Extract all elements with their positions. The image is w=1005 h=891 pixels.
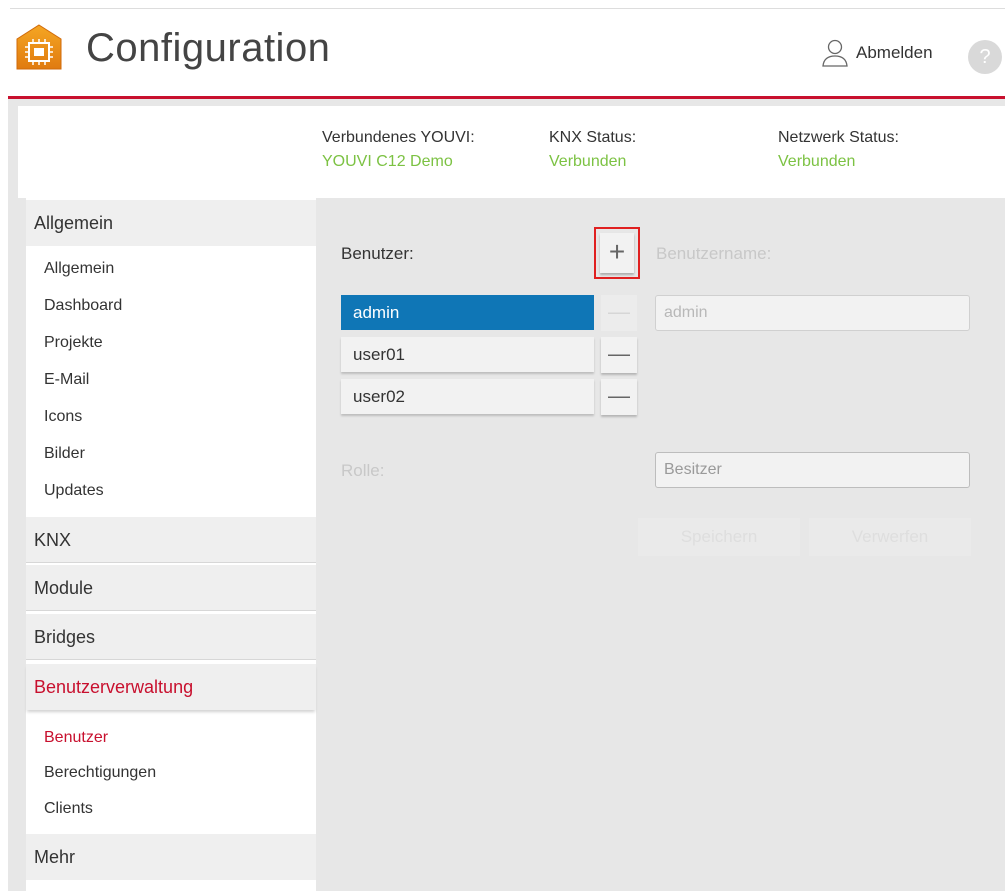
sidebar-item-dashboard[interactable]: Dashboard [44,297,122,315]
minus-icon: — [608,299,630,324]
username-label: Benutzername: [656,244,772,263]
add-user-button[interactable]: + [600,233,634,273]
sidebar-item-benutzer[interactable]: Benutzer [44,729,108,747]
save-button[interactable]: Speichern [638,518,800,556]
sidebar-section-knx[interactable]: KNX [26,517,316,563]
network-status-label: Netzwerk Status: [778,129,899,146]
sidebar-item-bilder[interactable]: Bilder [44,445,85,463]
app-header: Configuration Abmelden ? [0,0,1005,99]
top-border [10,8,1005,9]
sidebar-section-bridges[interactable]: Bridges [26,614,316,660]
logout-label: Abmelden [856,43,933,62]
user-icon [822,39,848,67]
minus-icon: — [608,383,630,408]
role-select[interactable]: Besitzer [655,452,970,488]
remove-user-button-user02[interactable]: — [601,379,637,415]
network-status: Netzwerk Status: Verbunden [778,126,899,174]
youvi-status-label: Verbundenes YOUVI: [322,129,475,146]
username-input[interactable]: admin [655,295,970,331]
user-list-item-admin[interactable]: admin [341,295,594,330]
logout-button[interactable]: Abmelden [820,38,933,68]
sidebar-item-email[interactable]: E-Mail [44,371,89,389]
remove-user-button-user01[interactable]: — [601,337,637,373]
add-user-button-highlight: + [594,227,640,279]
knx-status: KNX Status: Verbunden [549,126,636,174]
help-icon[interactable]: ? [968,40,1002,74]
sidebar-item-berechtigungen[interactable]: Berechtigungen [44,764,156,782]
users-label: Benutzer: [341,244,414,263]
sidebar-item-allgemein[interactable]: Allgemein [44,260,114,278]
sidebar-section-allgemein[interactable]: Allgemein [26,200,316,246]
sidebar-section-module[interactable]: Module [26,565,316,611]
youvi-status: Verbundenes YOUVI: YOUVI C12 Demo [322,126,475,174]
role-label: Rolle: [341,461,385,480]
knx-status-label: KNX Status: [549,129,637,146]
app-logo-icon [16,24,62,70]
sidebar-section-mehr[interactable]: Mehr [26,834,316,880]
user-list-item-user01[interactable]: user01 [341,337,594,372]
sidebar-item-icons[interactable]: Icons [44,408,82,426]
sidebar-section-benutzerverwaltung[interactable]: Benutzerverwaltung [26,664,316,710]
sidebar-item-clients[interactable]: Clients [44,800,93,818]
plus-icon: + [608,236,626,267]
remove-user-button-admin[interactable]: — [601,295,637,331]
discard-button[interactable]: Verwerfen [809,518,971,556]
user-list-item-user02[interactable]: user02 [341,379,594,414]
network-status-value: Verbunden [778,153,856,170]
knx-status-value: Verbunden [549,153,627,170]
app-title: Configuration [86,26,331,70]
minus-icon: — [608,341,630,366]
sidebar-item-updates[interactable]: Updates [44,482,104,500]
youvi-status-value: YOUVI C12 Demo [322,153,453,170]
sidebar-item-projekte[interactable]: Projekte [44,334,103,352]
